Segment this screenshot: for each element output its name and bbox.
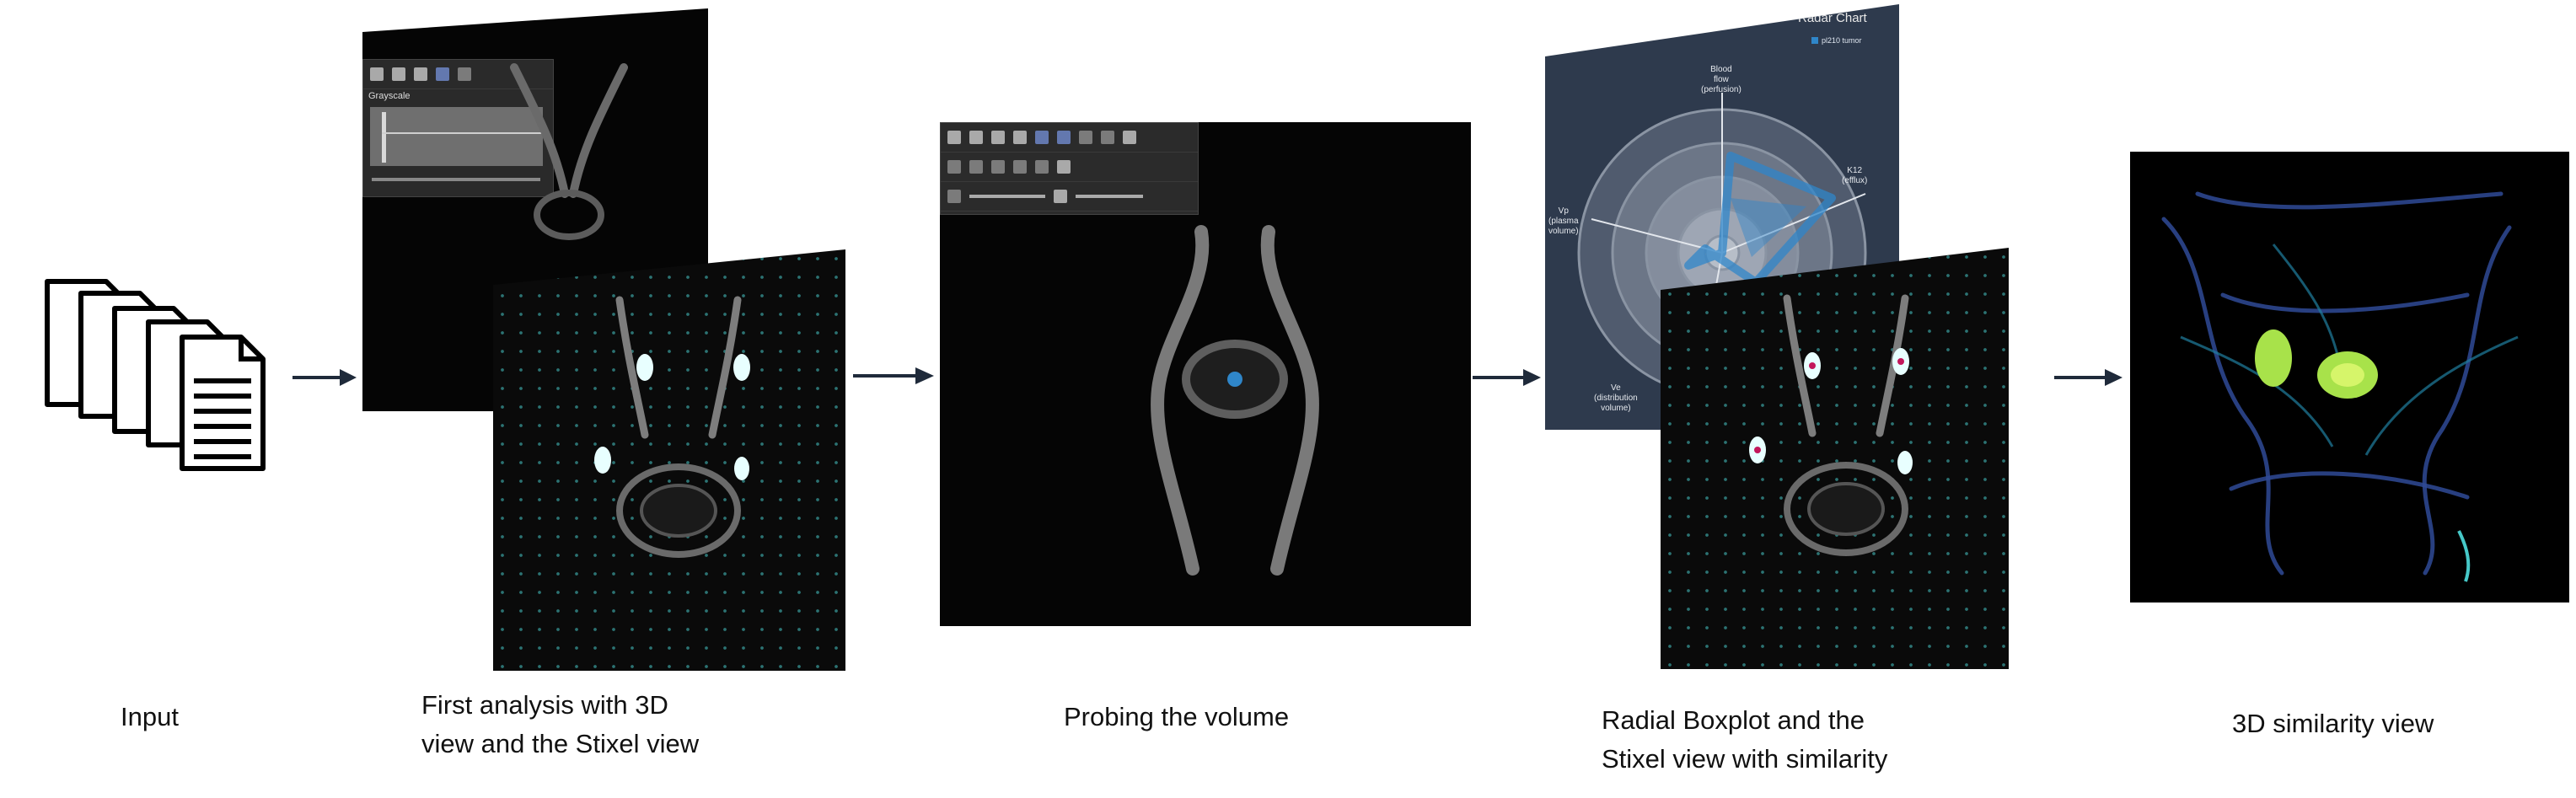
cube-icon[interactable] bbox=[1035, 131, 1049, 144]
list-icon[interactable] bbox=[1057, 160, 1071, 174]
camera-icon[interactable] bbox=[370, 67, 384, 81]
fit-icon[interactable] bbox=[991, 131, 1005, 144]
crop-icon[interactable] bbox=[1079, 131, 1092, 144]
stixel-anatomy bbox=[594, 296, 750, 558]
arrow-icon bbox=[2054, 369, 2123, 386]
document-stack-icon bbox=[45, 279, 266, 471]
arrow-icon bbox=[853, 367, 934, 384]
similarity-render bbox=[2161, 191, 2519, 582]
opacity-slider[interactable] bbox=[969, 195, 1045, 198]
arrow-icon bbox=[292, 369, 357, 386]
toolbar-row bbox=[941, 182, 1198, 212]
toolbar-row bbox=[941, 153, 1198, 182]
arrow-icon bbox=[1473, 369, 1541, 386]
similarity-stixel-view-panel bbox=[1661, 248, 2009, 669]
caption-line: Stixel view with similarity bbox=[1602, 744, 1888, 774]
caption-radial-boxplot: Radial Boxplot and the Stixel view with … bbox=[1602, 701, 1887, 779]
stixel-anatomy bbox=[1749, 294, 1913, 556]
toolbar-row bbox=[941, 123, 1198, 153]
text-icon[interactable] bbox=[414, 67, 427, 81]
probe-toolbar bbox=[940, 122, 1199, 215]
caption-line: view and the Stixel view bbox=[421, 729, 700, 758]
cube-icon[interactable] bbox=[1057, 131, 1071, 144]
legend-swatch bbox=[1811, 37, 1818, 44]
copy-icon[interactable] bbox=[1035, 160, 1049, 174]
caption-input: Input bbox=[121, 702, 179, 731]
caption-similarity: 3D similarity view bbox=[2232, 709, 2434, 738]
caption-line: First analysis with 3D bbox=[421, 690, 668, 720]
first-stixel-view-panel bbox=[493, 249, 845, 671]
caption-line: Radial Boxplot and the bbox=[1602, 705, 1865, 735]
expand-icon[interactable] bbox=[1101, 131, 1114, 144]
similarity-3d-view-panel bbox=[2130, 152, 2569, 603]
axis-label-left: Vp (plasma volume) bbox=[1548, 206, 1579, 236]
target-icon[interactable] bbox=[1123, 131, 1136, 144]
probing-volume-panel bbox=[940, 122, 1471, 626]
legend-label: pl210 tumor bbox=[1822, 36, 1862, 45]
measure-icon[interactable] bbox=[1013, 160, 1027, 174]
caption-probing: Probing the volume bbox=[1064, 702, 1290, 731]
text-icon[interactable] bbox=[1013, 131, 1027, 144]
radar-legend[interactable]: pl210 tumor bbox=[1811, 36, 1862, 45]
colormap-icon[interactable] bbox=[1054, 190, 1067, 203]
menu-icon[interactable] bbox=[947, 131, 961, 144]
probe-vessel-render bbox=[1151, 225, 1319, 576]
caption-first-analysis: First analysis with 3D view and the Stix… bbox=[421, 686, 699, 763]
ruler-icon[interactable] bbox=[969, 160, 983, 174]
axis-label-right: K12 (efflux) bbox=[1842, 166, 1868, 185]
line-icon[interactable] bbox=[991, 160, 1005, 174]
threshold-slider[interactable] bbox=[1076, 195, 1143, 198]
axis-label-bottom: Ve (distribution volume) bbox=[1594, 383, 1638, 413]
brain-icon[interactable] bbox=[947, 160, 961, 174]
axis-label-top: Blood flow (perfusion) bbox=[1701, 65, 1741, 94]
cube-icon[interactable] bbox=[436, 67, 449, 81]
layer-icon[interactable] bbox=[947, 190, 961, 203]
camera-icon[interactable] bbox=[969, 131, 983, 144]
fit-icon[interactable] bbox=[392, 67, 405, 81]
radar-title: Radar Chart bbox=[1798, 11, 1867, 25]
vessel-render bbox=[510, 63, 628, 240]
